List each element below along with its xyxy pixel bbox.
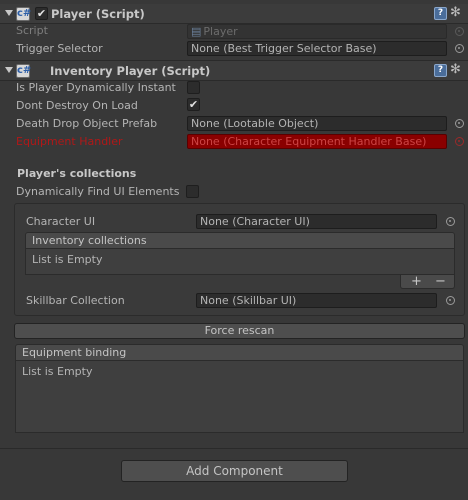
script-file-icon: ▤ <box>191 25 202 38</box>
list-remove-button[interactable]: − <box>435 274 446 289</box>
player-script-icon: c# <box>16 7 32 21</box>
equipment-handler-label: Equipment Handler <box>16 135 123 148</box>
inventory-component-header[interactable]: c# Inventory Player (Script) ? ✻ <box>0 61 468 81</box>
script-picker-icon[interactable] <box>455 27 464 36</box>
inventory-collections-list-header: Inventory collections <box>25 232 455 249</box>
character-ui-label: Character UI <box>26 215 96 228</box>
is-player-dynamically-instant-label: Is Player Dynamically Instant <box>16 81 176 94</box>
force-rescan-button[interactable]: Force rescan <box>14 323 465 339</box>
list-add-button[interactable]: + <box>411 274 422 289</box>
death-drop-picker-icon[interactable] <box>455 119 464 128</box>
equipment-binding-list-body: List is Empty <box>15 361 464 433</box>
dont-destroy-on-load-checkbox[interactable]: ✔ <box>187 98 200 111</box>
inventory-help-icon[interactable]: ? <box>434 64 447 77</box>
player-foldout-icon[interactable] <box>5 10 13 16</box>
players-collections-heading: Player's collections <box>17 167 137 180</box>
inventory-collections-list-footer: + − <box>400 274 455 289</box>
script-label: Script <box>16 24 48 37</box>
trigger-selector-field[interactable]: None (Best Trigger Selector Base) <box>187 41 447 56</box>
inventory-gear-icon[interactable]: ✻ <box>450 62 461 77</box>
skillbar-collection-label: Skillbar Collection <box>26 294 125 307</box>
player-component-title: Player (Script) <box>51 7 145 21</box>
dont-destroy-on-load-label: Dont Destroy On Load <box>16 99 138 112</box>
is-player-dynamically-instant-checkbox[interactable] <box>187 81 200 94</box>
character-ui-field[interactable]: None (Character UI) <box>196 214 437 229</box>
equipment-handler-picker-icon[interactable] <box>455 137 464 146</box>
script-value: Player <box>203 25 238 38</box>
character-ui-picker-icon[interactable] <box>446 217 455 226</box>
death-drop-object-field[interactable]: None (Lootable Object) <box>187 116 447 131</box>
equipment-handler-field[interactable]: None (Character Equipment Handler Base) <box>187 134 447 149</box>
dynamically-find-ui-checkbox[interactable] <box>186 185 199 198</box>
add-component-button[interactable]: Add Component <box>121 460 348 482</box>
trigger-selector-picker-icon[interactable] <box>455 44 464 53</box>
skillbar-picker-icon[interactable] <box>446 296 455 305</box>
inventory-collections-list-body: List is Empty <box>25 249 455 275</box>
death-drop-object-label: Death Drop Object Prefab <box>16 117 158 130</box>
player-gear-icon[interactable]: ✻ <box>450 5 461 20</box>
inventory-foldout-icon[interactable] <box>5 67 13 73</box>
script-field[interactable]: ▤ Player <box>187 24 447 39</box>
trigger-selector-label: Trigger Selector <box>16 42 103 55</box>
player-enabled-checkbox[interactable]: ✔ <box>35 7 48 20</box>
player-help-icon[interactable]: ? <box>434 7 447 20</box>
inventory-script-icon: c# <box>16 64 32 78</box>
player-component-header[interactable]: c# ✔ Player (Script) ? ✻ <box>0 4 468 24</box>
equipment-binding-list-header: Equipment binding <box>15 344 464 361</box>
bottom-separator <box>0 448 468 449</box>
dynamically-find-ui-label: Dynamically Find UI Elements <box>16 185 180 198</box>
inventory-component-title: Inventory Player (Script) <box>50 64 211 78</box>
skillbar-collection-field[interactable]: None (Skillbar UI) <box>196 293 437 308</box>
